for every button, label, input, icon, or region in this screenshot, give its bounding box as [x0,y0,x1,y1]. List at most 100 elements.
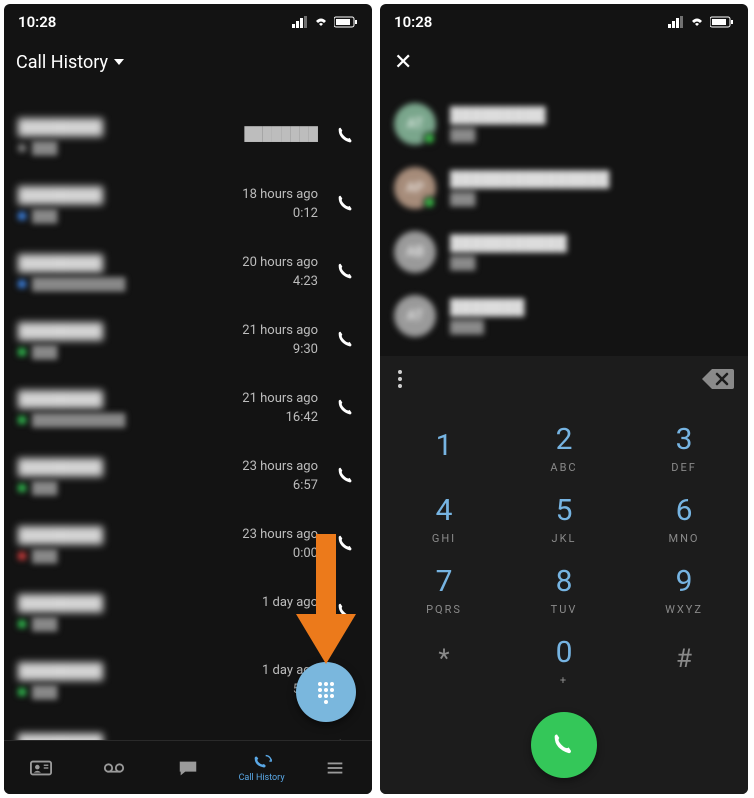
key-digit: 8 [556,564,573,599]
status-icons [292,16,358,28]
call-name: ████████ [18,662,228,680]
call-action-button[interactable] [326,184,366,224]
key-letters: + [560,674,568,687]
contact-number: ████ [450,320,524,334]
call-sub: ███ [18,209,228,223]
call-row[interactable]: ████████ ███████████ 21 hours ago16:42 [4,374,372,442]
backspace-button[interactable] [702,367,734,391]
call-action-button[interactable] [326,456,366,496]
key-digit: 5 [556,493,573,528]
wifi-icon [313,16,329,28]
call-row[interactable]: ████████ ███ 23 hours ago0:00 [4,510,372,578]
dialpad-key-6[interactable]: 6 MNO [624,483,744,554]
phone-icon [550,731,578,759]
call-list[interactable]: ████████ ███ ████████ ████████ ███ 18 ho… [4,84,372,740]
dialpad-key-*[interactable]: * [384,625,504,696]
signal-icon [668,16,684,28]
nav-messages[interactable] [151,741,225,794]
key-digit: 0 [556,635,573,670]
dialpad-key-3[interactable]: 3 DEF [624,412,744,483]
call-row[interactable]: ████████ ███████████ 20 hours ago4:23 [4,238,372,306]
key-digit: 1 [436,428,453,463]
dialpad-key-5[interactable]: 5 JKL [504,483,624,554]
header-title: Call History [16,52,108,73]
call-row[interactable]: ████████ ███ 1 day ago8: [4,578,372,646]
call-action-button[interactable] [326,388,366,428]
messages-icon [177,759,199,777]
contact-suggestions[interactable]: AT █████████ ███ AP ███████████████ ███ … [380,84,748,356]
call-name: ████████ [18,118,228,136]
status-bar: 10:28 [380,4,748,40]
call-time: 18 hours ago0:12 [228,187,318,221]
nav-voicemail[interactable] [78,741,152,794]
call-action-button[interactable] [326,116,366,156]
voicemail-icon [103,759,125,777]
nav-more[interactable] [298,741,372,794]
key-letters: JKL [552,532,577,545]
status-time: 10:28 [18,13,56,31]
bottom-nav: Call History [4,740,372,794]
key-digit: 9 [676,564,693,599]
dialpad-key-7[interactable]: 7 PQRS [384,554,504,625]
signal-icon [292,16,308,28]
dialpad-key-0[interactable]: 0 + [504,625,624,696]
key-digit: 7 [436,564,453,599]
call-history-dropdown[interactable]: Call History [4,40,372,84]
dialpad-key-#[interactable]: # [624,625,744,696]
dialpad-fab[interactable] [296,662,356,722]
key-letters: MNO [668,532,699,545]
contacts-icon [30,759,52,777]
nav-call-history[interactable]: Call History [225,741,299,794]
phone-left: 10:28 Call History ████████ ███ ████████… [4,4,372,794]
key-digit: # [676,644,692,674]
contact-row[interactable]: AT █████████ ███ [380,92,748,156]
call-action-button[interactable] [326,252,366,292]
key-letters: ABC [550,461,577,474]
call-name: ████████ [18,733,228,741]
call-row[interactable]: ████████ ███ 21 hours ago9:30 [4,306,372,374]
dialpad-key-2[interactable]: 2 ABC [504,412,624,483]
call-button[interactable] [531,712,597,778]
chevron-down-icon [114,59,124,65]
call-action-button[interactable] [326,320,366,360]
avatar: AT [394,295,436,337]
contact-name: ███████████████ [450,170,609,188]
dialpad-key-4[interactable]: 4 GHI [384,483,504,554]
call-row[interactable]: ████████ ███ ████████ [4,102,372,170]
call-sub: ███ [18,141,228,155]
contact-number: ███ [450,192,609,206]
contact-row[interactable]: AP ███████████████ ███ [380,156,748,220]
phone-right: 10:28 ✕ AT █████████ ███ AP ████████████… [380,4,748,794]
call-row[interactable]: ████████ ███ 18 hours ago0:12 [4,170,372,238]
dialpad-key-1[interactable]: 1 [384,412,504,483]
more-menu-button[interactable] [398,370,402,388]
call-sub: ███ [18,549,228,563]
call-time: ████████ [228,126,318,146]
call-sub: ███ [18,685,228,699]
call-action-button[interactable] [326,728,366,740]
close-button[interactable]: ✕ [394,50,412,75]
presence-dot [423,132,436,145]
contact-row[interactable]: AB ███████████ ███ [380,220,748,284]
nav-call-history-label: Call History [239,773,285,783]
call-history-icon [251,753,273,771]
call-sub: ███ [18,345,228,359]
call-button-row [380,696,748,794]
nav-contacts[interactable] [4,741,78,794]
contact-name: █████████ [450,106,546,124]
call-action-button[interactable] [326,592,366,632]
call-sub: ███████████ [18,277,228,291]
close-bar: ✕ [380,40,748,84]
contact-row[interactable]: AT ███████ ████ [380,284,748,348]
call-time: 20 hours ago4:23 [228,255,318,289]
call-time: 23 hours ago6:57 [228,459,318,493]
dialpad-key-8[interactable]: 8 TUV [504,554,624,625]
call-sub: ███ [18,481,228,495]
dialpad-key-9[interactable]: 9 WXYZ [624,554,744,625]
hamburger-icon [324,759,346,777]
status-icons [668,16,734,28]
call-row[interactable]: ████████ ███ 23 hours ago6:57 [4,442,372,510]
dialpad-icon [314,680,338,704]
call-action-button[interactable] [326,524,366,564]
call-sub: ███ [18,617,228,631]
